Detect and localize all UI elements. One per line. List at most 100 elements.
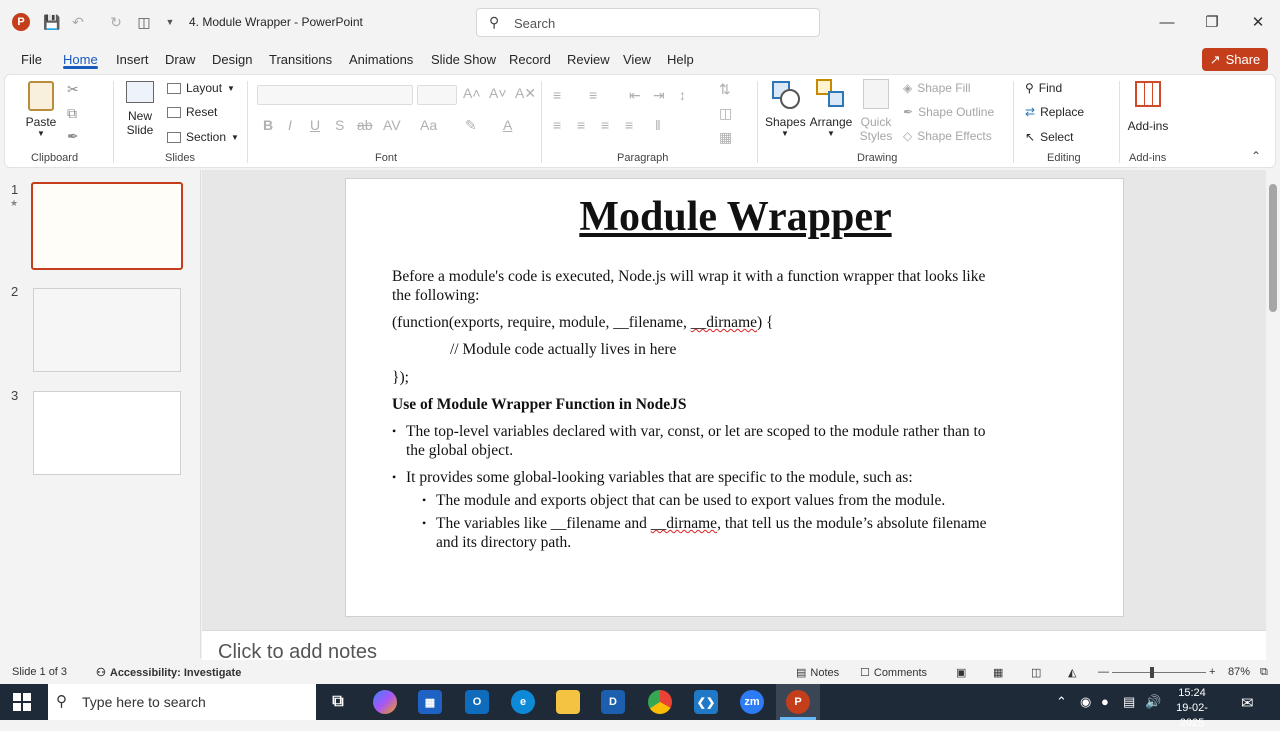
paste-button[interactable]: Paste ▼ [23,81,59,138]
justify-icon[interactable]: ≡ [625,117,633,133]
cut-icon[interactable]: ✂ [67,81,79,98]
share-button[interactable]: ↗ Share [1202,48,1268,71]
close-button[interactable]: ✕ [1246,10,1270,34]
bullets-icon[interactable]: ≡ [553,87,561,103]
file-explorer-icon[interactable] [556,690,580,714]
show-hidden-icons-icon[interactable]: ⌃ [1056,694,1067,710]
tab-insert[interactable]: Insert [116,52,149,67]
line-spacing-icon[interactable]: ↕ [679,87,686,103]
shape-effects-button[interactable]: ◇ Shape Effects [903,129,992,143]
font-color-icon[interactable]: A [503,117,512,133]
bullet-3[interactable]: The module and exports object that can b… [436,491,945,510]
network-icon[interactable]: ▤ [1123,694,1135,710]
store-icon[interactable]: ▦ [418,690,442,714]
tab-help[interactable]: Help [667,52,694,67]
slideshow-view-icon[interactable]: ◭ [1068,666,1076,679]
chrome-icon[interactable] [648,690,672,714]
search-input[interactable]: ⚲ Search [476,8,820,37]
zoom-slider-thumb[interactable] [1150,667,1154,678]
task-view-icon[interactable]: ⧉ [326,690,350,714]
shapes-button[interactable]: Shapes ▼ [765,79,806,138]
fit-slide-icon[interactable]: ⧉ [1260,666,1268,679]
restore-button[interactable]: ❐ [1200,10,1224,34]
redo-icon[interactable]: ↻ [106,12,126,32]
char-spacing-icon[interactable]: AV [383,117,401,133]
increase-font-icon[interactable]: A˄ [463,85,481,101]
taskbar-search-input[interactable]: ⚲ Type here to search [48,684,316,720]
zoom-slider[interactable] [1112,672,1206,673]
copilot-icon[interactable] [373,690,397,714]
section-heading[interactable]: Use of Module Wrapper Function in NodeJS [392,395,687,414]
change-case-icon[interactable]: Aa [420,117,437,133]
tab-draw[interactable]: Draw [165,52,195,67]
bullet-1-line-2[interactable]: the global object. [406,441,513,460]
vertical-scrollbar[interactable] [1266,170,1280,658]
align-text-icon[interactable]: ◫ [719,105,732,122]
tab-view[interactable]: View [623,52,651,67]
collapse-ribbon-icon[interactable]: ⌃ [1251,149,1261,163]
tab-record[interactable]: Record [509,52,551,67]
strikethrough-icon[interactable]: ab [357,117,373,133]
reset-button[interactable]: Reset [167,105,217,119]
shadow-icon[interactable]: S [335,117,344,133]
tab-transitions[interactable]: Transitions [269,52,332,67]
decrease-font-icon[interactable]: A˅ [489,85,507,101]
undo-icon[interactable]: ↶ [68,12,88,32]
accessibility-button[interactable]: ⚇ Accessibility: Investigate [96,666,241,680]
shape-fill-button[interactable]: ◈ Shape Fill [903,81,971,95]
normal-view-icon[interactable]: ▣ [956,666,966,679]
slide-title[interactable]: Module Wrapper [346,193,1125,241]
increase-indent-icon[interactable]: ⇥ [653,87,665,104]
clear-formatting-icon[interactable]: A✕ [515,85,536,102]
arrange-button[interactable]: Arrange ▼ [809,79,853,138]
tab-review[interactable]: Review [567,52,610,67]
copy-icon[interactable]: ⧉ [67,105,77,122]
bullet-4-line-1[interactable]: The variables like __filename and __dirn… [436,514,987,533]
customize-toolbar-icon[interactable]: ▼ [160,12,180,32]
shape-outline-button[interactable]: ✒ Shape Outline [903,105,994,119]
present-icon[interactable]: ◫ [134,12,154,32]
bullet-2[interactable]: It provides some global-looking variable… [406,468,913,487]
slide-sorter-icon[interactable]: ▦ [993,666,1003,679]
replace-button[interactable]: ⇄ Replace [1025,105,1084,119]
minimize-button[interactable]: — [1155,10,1179,34]
intro-line-2[interactable]: the following: [392,286,479,305]
code-line-1[interactable]: (function(exports, require, module, __fi… [392,313,774,332]
notes-button[interactable]: ▤ Notes [796,666,839,680]
code-line-3[interactable]: }); [392,368,409,387]
vscode-icon[interactable]: ❮❯ [694,690,718,714]
dell-icon[interactable]: D [601,690,625,714]
select-button[interactable]: ↖ Select [1025,130,1073,144]
save-icon[interactable]: 💾 [42,12,62,32]
smartart-icon[interactable]: ▦ [719,129,732,146]
notes-pane[interactable]: Click to add notes [202,630,1266,663]
zoom-level[interactable]: 87% [1228,666,1250,678]
notifications-icon[interactable]: ✉ [1241,694,1254,712]
text-direction-icon[interactable]: ⇅ [719,81,731,98]
outlook-icon[interactable]: O [465,690,489,714]
addins-button[interactable]: Add-ins [1125,81,1171,133]
volume-icon[interactable]: 🔊 [1145,694,1161,710]
slide-thumbnail-1[interactable] [31,182,183,270]
tab-slide-show[interactable]: Slide Show [431,52,496,67]
underline-icon[interactable]: U [310,117,320,133]
intro-line-1[interactable]: Before a module's code is executed, Node… [392,267,985,286]
italic-icon[interactable]: I [288,117,292,133]
windows-start-icon[interactable] [13,693,31,711]
format-painter-icon[interactable]: ✒ [67,128,79,145]
reading-view-icon[interactable]: ◫ [1031,666,1041,679]
new-slide-button[interactable]: New Slide [121,81,159,137]
zoom-app-icon[interactable]: zm [740,690,764,714]
align-left-icon[interactable]: ≡ [553,117,561,133]
highlight-icon[interactable]: ✎ [465,117,477,134]
align-right-icon[interactable]: ≡ [601,117,609,133]
edge-icon[interactable]: e [511,690,535,714]
tab-home[interactable]: Home [63,52,98,67]
quick-styles-button[interactable]: Quick Styles [857,79,895,143]
tab-design[interactable]: Design [212,52,252,67]
slide-canvas[interactable]: Module Wrapper Before a module's code is… [345,178,1124,617]
bullet-4-line-2[interactable]: and its directory path. [436,533,571,552]
slide-thumbnail-2[interactable] [33,288,181,372]
powerpoint-taskbar-icon[interactable]: P [786,690,810,714]
system-clock[interactable]: 15:24 19-02-2025 [1164,686,1220,731]
